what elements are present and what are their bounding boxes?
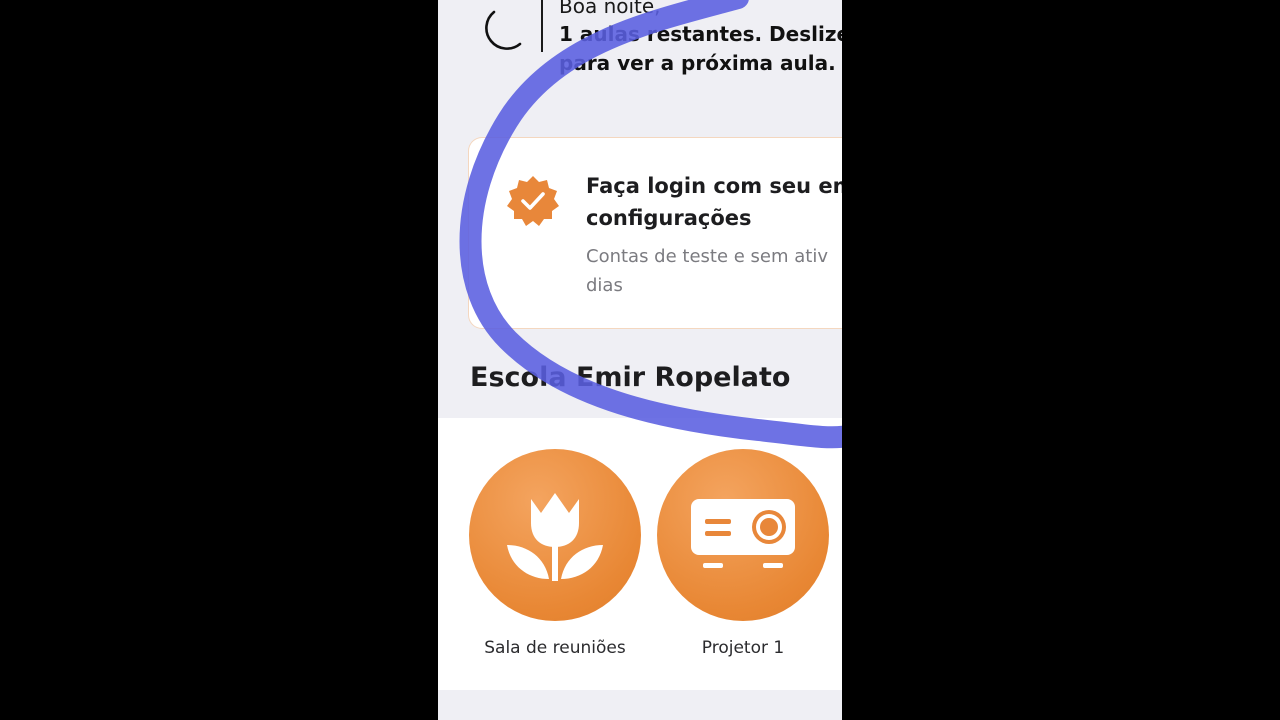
device-tile-meeting-room[interactable]: Sala de reuniões bbox=[468, 449, 642, 658]
greeting-header[interactable]: Boa noite, 1 aulas restantes. Deslize pa… bbox=[438, 0, 842, 82]
login-prompt-card[interactable]: Faça login com seu em configurações Cont… bbox=[468, 137, 842, 329]
app-screen: Boa noite, 1 aulas restantes. Deslize pa… bbox=[438, 0, 842, 720]
login-subtitle-line2: dias bbox=[586, 275, 623, 296]
devices-panel: Sala de reuniões Projetor 1 bbox=[438, 418, 842, 690]
device-label: Sala de reuniões bbox=[484, 638, 626, 658]
login-title-line1: Faça login com seu em bbox=[586, 174, 842, 198]
greeting-title: Boa noite, bbox=[559, 0, 661, 18]
login-subtitle: Contas de teste e sem ativ dias bbox=[586, 242, 842, 300]
device-label: Projetor 1 bbox=[701, 638, 785, 658]
tulip-icon bbox=[507, 493, 603, 581]
moon-icon bbox=[485, 10, 522, 50]
device-circle bbox=[469, 449, 641, 621]
projector-icon bbox=[691, 499, 795, 568]
login-title: Faça login com seu em configurações bbox=[586, 170, 842, 234]
login-subtitle-line1: Contas de teste e sem ativ bbox=[586, 246, 829, 267]
device-tile-projector[interactable]: Projetor 1 bbox=[656, 449, 830, 658]
greeting-text: 1 aulas restantes. Deslize para ver a pr… bbox=[559, 22, 842, 75]
device-circle bbox=[657, 449, 829, 621]
section-title: Escola Emir Ropelato bbox=[470, 362, 791, 393]
verified-badge-icon bbox=[507, 176, 559, 226]
login-title-line2: configurações bbox=[586, 206, 752, 230]
greeting-divider bbox=[541, 0, 543, 52]
